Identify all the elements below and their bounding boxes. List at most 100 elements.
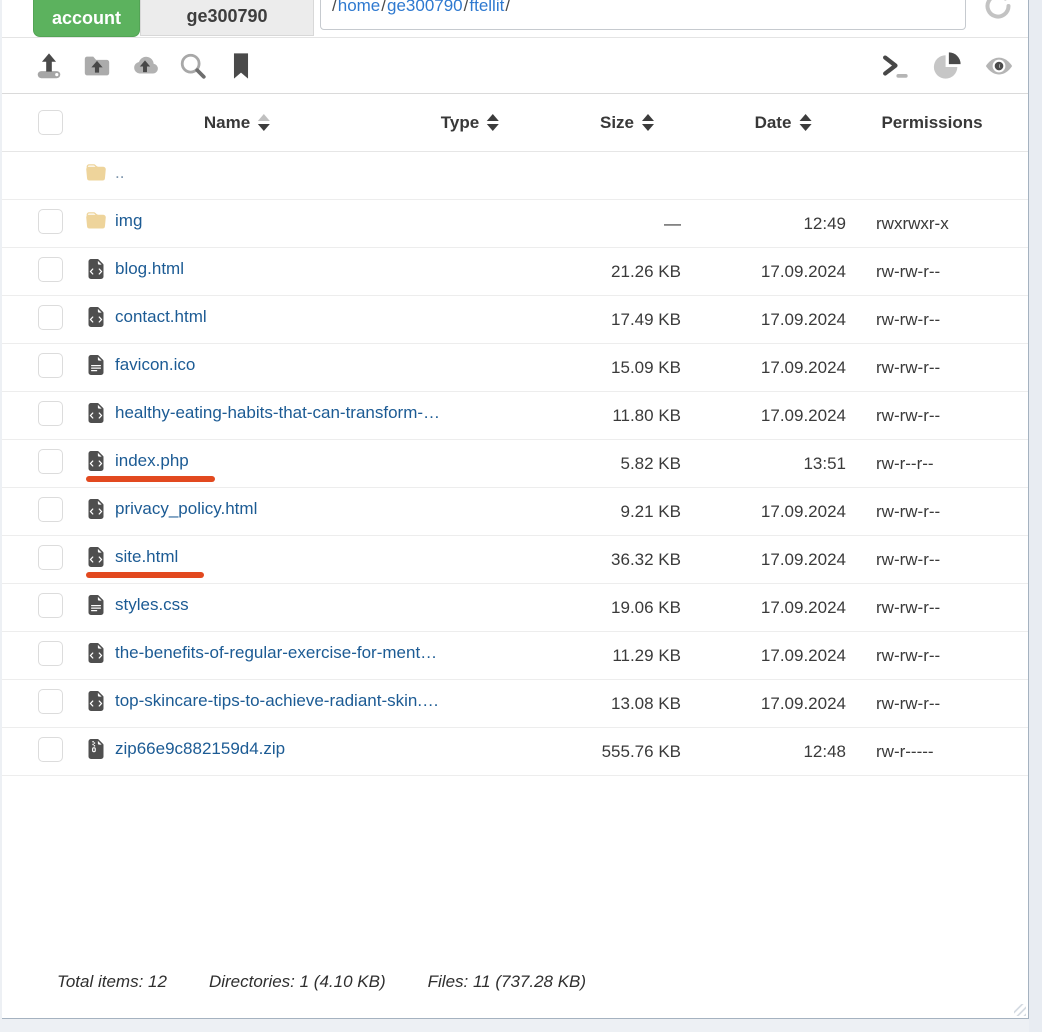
row-checkbox[interactable] (38, 305, 63, 330)
file-name-link[interactable]: img (115, 211, 142, 231)
resize-grip-icon (1014, 1004, 1026, 1016)
date-cell: 17.09.2024 (681, 406, 846, 426)
permissions-cell: rwxrwxr-x (846, 214, 1006, 234)
permissions-cell: rw-rw-r-- (846, 598, 1006, 618)
file-name-link[interactable]: the-benefits-of-regular-exercise-for-men… (115, 643, 437, 663)
permissions-cell: rw-rw-r-- (846, 358, 1006, 378)
red-annotation-underline (86, 572, 204, 578)
eye-icon[interactable] (984, 51, 1014, 81)
date-cell: 17.09.2024 (681, 262, 846, 282)
row-checkbox[interactable] (38, 737, 63, 762)
file-name-link[interactable]: privacy_policy.html (115, 499, 257, 519)
permissions-cell: rw-r--r-- (846, 454, 1006, 474)
row-checkbox[interactable] (38, 497, 63, 522)
file-list: .. img — 12:49 rwxrwxr-x blog.html 21.26… (2, 152, 1028, 776)
date-cell: 17.09.2024 (681, 694, 846, 714)
path-segment-link[interactable]: ftellit (469, 0, 504, 16)
date-cell: 17.09.2024 (681, 502, 846, 522)
size-cell: 36.32 KB (551, 550, 681, 570)
path-segment-link[interactable]: home (338, 0, 381, 16)
row-checkbox[interactable] (38, 449, 63, 474)
file-code-icon (86, 403, 106, 423)
file-name-link[interactable]: .. (115, 163, 124, 183)
username-tab[interactable]: ge300790 (140, 0, 314, 36)
file-name-link[interactable]: blog.html (115, 259, 184, 279)
permissions-cell: rw-rw-r-- (846, 262, 1006, 282)
column-header-name[interactable]: Name (204, 113, 270, 133)
row-checkbox[interactable] (38, 545, 63, 570)
scrollbar-track[interactable] (1029, 0, 1042, 1032)
path-separator: / (505, 0, 510, 16)
terminal-icon[interactable] (880, 51, 910, 81)
size-cell: 19.06 KB (551, 598, 681, 618)
red-annotation-underline (86, 476, 215, 482)
column-header-type[interactable]: Type (441, 113, 499, 133)
bookmark-icon[interactable] (226, 51, 256, 81)
size-cell: 11.80 KB (551, 406, 681, 426)
date-cell: 12:49 (681, 214, 846, 234)
file-name-link[interactable]: site.html (115, 547, 178, 567)
file-name-link[interactable]: favicon.ico (115, 355, 195, 375)
row-checkbox[interactable] (38, 593, 63, 618)
file-code-icon (86, 259, 106, 279)
sort-icon (642, 114, 654, 131)
row-checkbox[interactable] (38, 353, 63, 378)
permissions-cell: rw-rw-r-- (846, 550, 1006, 570)
file-name-link[interactable]: top-skincare-tips-to-achieve-radiant-ski… (115, 691, 439, 711)
upload-icon[interactable] (34, 51, 64, 81)
table-row: zip66e9c882159d4.zip 555.76 KB 12:48 rw-… (2, 728, 1028, 776)
sort-icon (799, 114, 811, 131)
size-cell: 9.21 KB (551, 502, 681, 522)
sort-icon (487, 114, 499, 131)
file-text-icon (86, 355, 106, 375)
file-text-icon (86, 595, 106, 615)
row-checkbox[interactable] (38, 689, 63, 714)
path-input[interactable]: /home/ge300790/ftellit/ (320, 0, 966, 30)
account-tab[interactable]: account (33, 0, 140, 37)
permissions-cell: rw-r----- (846, 742, 1006, 762)
toolbar-right (880, 51, 1028, 81)
size-cell: 17.49 KB (551, 310, 681, 330)
file-name-link[interactable]: zip66e9c882159d4.zip (115, 739, 285, 759)
date-cell: 17.09.2024 (681, 550, 846, 570)
column-header-date[interactable]: Date (755, 113, 812, 133)
file-name-link[interactable]: styles.css (115, 595, 189, 615)
total-items-label: Total items: 12 (57, 972, 167, 992)
toolbar (2, 38, 1028, 94)
size-cell: 555.76 KB (551, 742, 681, 762)
folder-upload-icon[interactable] (82, 51, 112, 81)
permissions-cell: rw-rw-r-- (846, 310, 1006, 330)
refresh-icon[interactable] (982, 0, 1014, 22)
permissions-cell: rw-rw-r-- (846, 502, 1006, 522)
select-all-checkbox[interactable] (38, 110, 63, 135)
column-header-size[interactable]: Size (600, 113, 654, 133)
search-icon[interactable] (178, 51, 208, 81)
row-checkbox[interactable] (38, 401, 63, 426)
row-checkbox[interactable] (38, 257, 63, 282)
pie-chart-icon[interactable] (932, 51, 962, 81)
path-segment-link[interactable]: ge300790 (387, 0, 463, 16)
table-header: NameTypeSizeDatePermissions (2, 94, 1028, 152)
row-checkbox[interactable] (38, 209, 63, 234)
file-code-icon (86, 643, 106, 663)
cloud-upload-icon[interactable] (130, 51, 160, 81)
toolbar-left (2, 51, 256, 81)
row-checkbox[interactable] (38, 641, 63, 666)
table-row: favicon.ico 15.09 KB 17.09.2024 rw-rw-r-… (2, 344, 1028, 392)
size-cell: 11.29 KB (551, 646, 681, 666)
size-cell: 13.08 KB (551, 694, 681, 714)
status-footer: Total items: 12 Directories: 1 (4.10 KB)… (2, 972, 1028, 992)
folder-icon (86, 163, 106, 183)
file-code-icon (86, 451, 106, 471)
file-name-link[interactable]: index.php (115, 451, 189, 471)
date-cell: 13:51 (681, 454, 846, 474)
path-separator: / (381, 0, 386, 16)
file-code-icon (86, 499, 106, 519)
date-cell: 17.09.2024 (681, 358, 846, 378)
file-name-link[interactable]: healthy-eating-habits-that-can-transform… (115, 403, 440, 423)
size-cell: 21.26 KB (551, 262, 681, 282)
size-cell: — (551, 214, 681, 234)
file-name-link[interactable]: contact.html (115, 307, 207, 327)
size-cell: 5.82 KB (551, 454, 681, 474)
files-label: Files: 11 (737.28 KB) (428, 972, 586, 992)
